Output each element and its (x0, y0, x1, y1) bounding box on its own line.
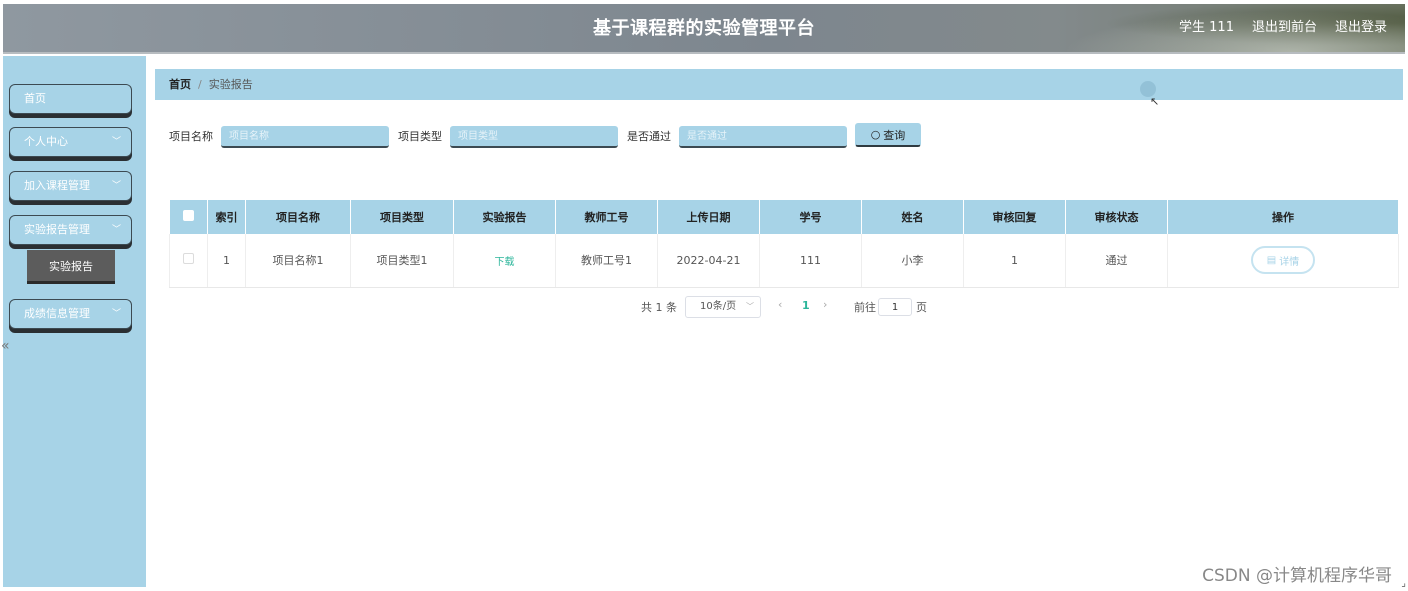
cell-student-id: 111 (759, 234, 862, 288)
sidebar-subitem-report[interactable]: 实验报告 (27, 250, 115, 284)
cell-project-type: 项目类型1 (350, 234, 454, 288)
project-type-input[interactable] (450, 126, 618, 148)
logout-link[interactable]: 退出登录 (1335, 16, 1387, 35)
cell-index: 1 (207, 234, 246, 288)
sidebar-item-label: 加入课程管理 (24, 179, 90, 192)
top-header: 基于课程群的实验管理平台 学生 111 退出到前台 退出登录 (3, 4, 1405, 54)
header-select-all[interactable] (169, 200, 208, 234)
sidebar-item-grade-management[interactable]: 成绩信息管理 ﹀ (9, 299, 132, 329)
column-header: 姓名 (861, 200, 964, 234)
cell-review-status: 通过 (1065, 234, 1168, 288)
goto-page-input[interactable] (878, 298, 912, 316)
column-header: 项目类型 (350, 200, 454, 234)
resize-corner-icon: ⌟ (1401, 578, 1406, 589)
current-page-number[interactable]: 1 (802, 299, 810, 312)
checkbox-icon[interactable] (182, 210, 194, 221)
sidebar-item-label: 首页 (24, 92, 46, 105)
prev-page-icon[interactable]: ‹ (778, 298, 782, 311)
next-page-icon[interactable]: › (823, 298, 827, 311)
collapse-arrow-icon[interactable]: « (1, 338, 10, 354)
breadcrumb-separator: / (198, 78, 202, 91)
document-icon: ▤ (1266, 254, 1277, 266)
cell-review-reply: 1 (963, 234, 1066, 288)
sidebar-item-home[interactable]: 首页 (9, 84, 132, 114)
back-to-front-link[interactable]: 退出到前台 (1252, 16, 1317, 35)
search-label-project-name: 项目名称 (169, 130, 213, 143)
pagination-total: 共 1 条 (641, 301, 677, 314)
cell-report: 下载 (453, 234, 556, 288)
column-header: 学号 (759, 200, 862, 234)
page-size-select[interactable]: 10条/页 ﹀ (685, 296, 761, 318)
detail-button-label: 详情 (1279, 256, 1300, 268)
sidebar: 首页 个人中心 ﹀ 加入课程管理 ﹀ 实验报告管理 ﹀ 实验报告 成绩信息管理 … (1, 56, 146, 587)
cell-action: ▤ 详情 (1167, 234, 1399, 288)
breadcrumb-current: 实验报告 (208, 78, 253, 91)
cell-project-name: 项目名称1 (245, 234, 351, 288)
chevron-down-icon: ﹀ (111, 137, 121, 147)
search-label-passed: 是否通过 (627, 130, 671, 143)
search-label-project-type: 项目类型 (398, 130, 442, 143)
checkbox-icon[interactable] (183, 253, 194, 265)
row-select-cell[interactable] (169, 234, 208, 288)
report-table: 索引 项目名称 项目类型 实验报告 教师工号 上传日期 学号 姓名 审核回复 审… (169, 200, 1399, 288)
column-header: 审核状态 (1065, 200, 1168, 234)
breadcrumb-home[interactable]: 首页 (169, 78, 191, 91)
table-header-row: 索引 项目名称 项目类型 实验报告 教师工号 上传日期 学号 姓名 审核回复 审… (169, 200, 1399, 234)
column-header: 教师工号 (555, 200, 658, 234)
sidebar-item-label: 成绩信息管理 (24, 307, 90, 320)
sidebar-item-label: 个人中心 (24, 135, 68, 148)
sidebar-item-personal-center[interactable]: 个人中心 ﹀ (9, 127, 132, 157)
column-header: 索引 (207, 200, 246, 234)
cell-upload-date: 2022-04-21 (657, 234, 760, 288)
page-suffix-label: 页 (916, 301, 927, 314)
sidebar-item-report-management[interactable]: 实验报告管理 ﹀ (9, 215, 132, 245)
passed-input[interactable] (679, 126, 847, 148)
breadcrumb: 首页 / 实验报告 ↖ (155, 69, 1403, 108)
query-button[interactable]: ○ 查询 (855, 123, 921, 147)
search-icon: ○ (870, 128, 881, 141)
page-size-value: 10条/页 (700, 301, 737, 312)
chevron-down-icon: ﹀ (111, 225, 121, 235)
cell-name: 小李 (861, 234, 964, 288)
header-user-actions: 学生 111 退出到前台 退出登录 (1179, 16, 1387, 35)
sidebar-item-course-join[interactable]: 加入课程管理 ﹀ (9, 171, 132, 201)
project-name-input[interactable] (221, 126, 389, 148)
column-header: 操作 (1167, 200, 1399, 234)
current-user-label: 学生 111 (1179, 20, 1234, 35)
chevron-down-icon: ﹀ (111, 309, 121, 319)
sidebar-item-label: 实验报告管理 (24, 223, 90, 236)
cell-teacher-id: 教师工号1 (555, 234, 658, 288)
column-header: 上传日期 (657, 200, 760, 234)
column-header: 实验报告 (453, 200, 556, 234)
goto-label: 前往 (854, 301, 876, 314)
table-row: 1 项目名称1 项目类型1 下载 教师工号1 2022-04-21 111 小李… (169, 234, 1399, 288)
download-link[interactable]: 下载 (495, 257, 515, 268)
chevron-down-icon: ﹀ (111, 181, 121, 191)
mouse-cursor-icon: ↖ (1150, 95, 1160, 108)
watermark-text: CSDN @计算机程序华哥 (1202, 566, 1392, 586)
chevron-down-icon: ﹀ (746, 302, 754, 311)
detail-button[interactable]: ▤ 详情 (1250, 246, 1316, 275)
column-header: 项目名称 (245, 200, 351, 234)
column-header: 审核回复 (963, 200, 1066, 234)
query-button-label: 查询 (883, 128, 906, 142)
